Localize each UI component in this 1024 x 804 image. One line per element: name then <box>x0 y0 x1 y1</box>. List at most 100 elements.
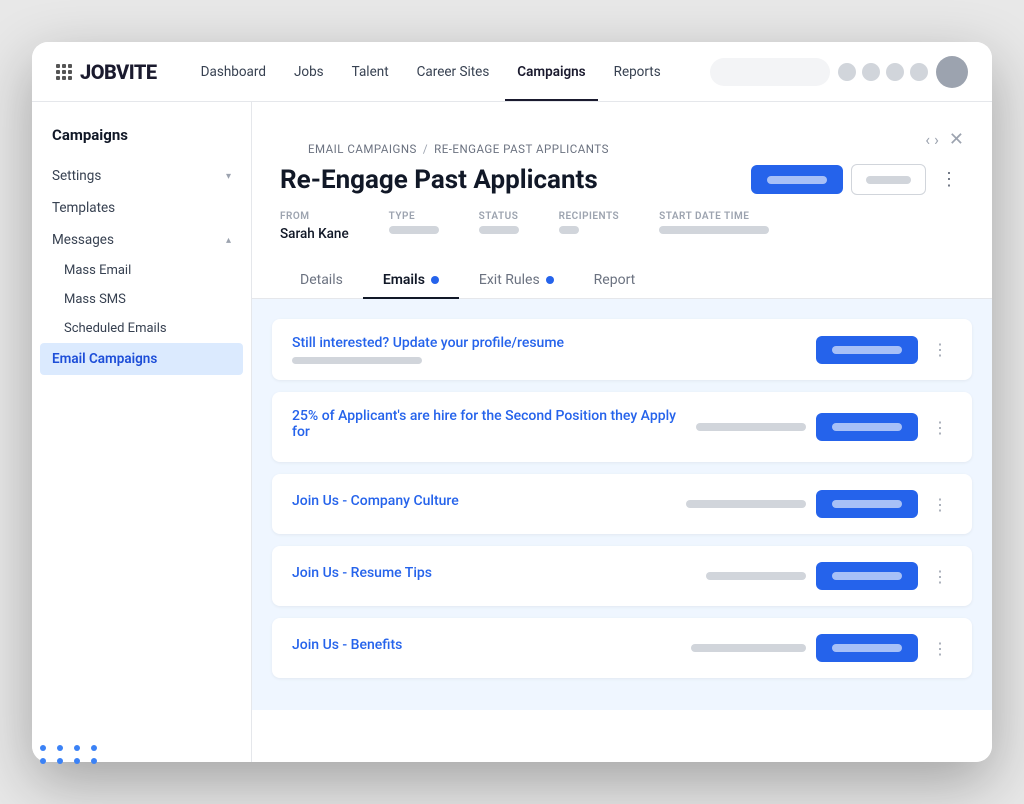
tab-details[interactable]: Details <box>280 262 363 298</box>
email-card-3-left: Join Us - Company Culture <box>292 493 686 515</box>
logo-text: JOBVITE <box>80 60 157 84</box>
preview-button[interactable] <box>851 164 926 195</box>
avatar[interactable] <box>936 56 968 88</box>
sidebar: Campaigns Settings ▾ Templates Messages … <box>32 102 252 762</box>
email-title-2[interactable]: 25% of Applicant's are hire for the Seco… <box>292 408 696 440</box>
email-title-3[interactable]: Join Us - Company Culture <box>292 493 686 509</box>
nav-item-jobs[interactable]: Jobs <box>282 56 336 88</box>
meta-from-label: FROM <box>280 211 349 222</box>
blue-dot <box>57 758 63 764</box>
nav-item-career-sites[interactable]: Career Sites <box>405 56 502 88</box>
chevron-down-icon: ▾ <box>226 171 231 182</box>
chevron-up-icon: ▴ <box>226 235 231 246</box>
prev-arrow-icon[interactable]: ‹ <box>925 130 930 149</box>
email-action-btn-2[interactable] <box>816 413 918 441</box>
sidebar-group: Settings ▾ Templates Messages ▴ Mass Ema… <box>32 160 251 375</box>
email-card-2: 25% of Applicant's are hire for the Seco… <box>272 392 972 462</box>
email-card-1: Still interested? Update your profile/re… <box>272 319 972 380</box>
email-title-4[interactable]: Join Us - Resume Tips <box>292 565 706 581</box>
blue-dot <box>57 745 63 751</box>
meta-status: STATUS <box>479 211 519 242</box>
email-action-btn-3[interactable] <box>816 490 918 518</box>
email-card-2-right: ⋮ <box>696 413 952 441</box>
email-card-4-right: ⋮ <box>706 562 952 590</box>
email-card-3: Join Us - Company Culture ⋮ <box>272 474 972 534</box>
more-options-button[interactable]: ⋮ <box>934 165 964 194</box>
email-card-5: Join Us - Benefits ⋮ <box>272 618 972 678</box>
meta-type: TYPE <box>389 211 439 242</box>
nav-item-reports[interactable]: Reports <box>602 56 673 88</box>
sidebar-item-mass-email[interactable]: Mass Email <box>32 256 251 285</box>
main-content: Campaigns Settings ▾ Templates Messages … <box>32 102 992 762</box>
nav-circle-4[interactable] <box>910 63 928 81</box>
sidebar-title: Campaigns <box>32 126 251 160</box>
meta-start-date-value-bar <box>659 226 769 234</box>
email-more-btn-2[interactable]: ⋮ <box>928 414 952 441</box>
email-action-btn-4[interactable] <box>816 562 918 590</box>
sidebar-item-templates[interactable]: Templates <box>32 192 251 224</box>
breadcrumb-campaign-name: RE-ENGAGE PAST APPLICANTS <box>434 142 609 156</box>
blue-dot <box>91 745 97 751</box>
email-more-btn-1[interactable]: ⋮ <box>928 336 952 363</box>
blue-dot <box>74 745 80 751</box>
top-nav: JOBVITE Dashboard Jobs Talent Career Sit… <box>32 42 992 102</box>
sidebar-item-messages[interactable]: Messages ▴ <box>32 224 251 256</box>
email-card-1-right: ⋮ <box>816 336 952 364</box>
nav-circle-1[interactable] <box>838 63 856 81</box>
email-card-5-right: ⋮ <box>691 634 952 662</box>
email-meta-bar-2 <box>696 423 806 431</box>
email-more-btn-3[interactable]: ⋮ <box>928 491 952 518</box>
email-more-btn-5[interactable]: ⋮ <box>928 635 952 662</box>
email-card-4: Join Us - Resume Tips ⋮ <box>272 546 972 606</box>
meta-status-label: STATUS <box>479 211 519 222</box>
close-button[interactable]: ✕ <box>949 129 964 150</box>
nav-item-talent[interactable]: Talent <box>340 56 401 88</box>
breadcrumb-separator: / <box>423 142 428 156</box>
email-title-5[interactable]: Join Us - Benefits <box>292 637 691 653</box>
meta-recipients-value-bar <box>559 226 579 234</box>
sidebar-item-settings[interactable]: Settings ▾ <box>32 160 251 192</box>
page-content: EMAIL CAMPAIGNS / RE-ENGAGE PAST APPLICA… <box>252 102 992 762</box>
email-card-5-left: Join Us - Benefits <box>292 637 691 659</box>
nav-circle-3[interactable] <box>886 63 904 81</box>
blue-dot <box>74 758 80 764</box>
meta-recipients: RECIPIENTS <box>559 211 619 242</box>
tab-emails[interactable]: Emails <box>363 262 459 298</box>
blue-dot <box>91 758 97 764</box>
email-action-btn-5[interactable] <box>816 634 918 662</box>
nav-links: Dashboard Jobs Talent Career Sites Campa… <box>189 56 678 88</box>
meta-recipients-label: RECIPIENTS <box>559 211 619 222</box>
email-meta-bar-3 <box>686 500 806 508</box>
blue-dot <box>40 758 46 764</box>
sidebar-item-mass-sms[interactable]: Mass SMS <box>32 285 251 314</box>
email-list-area: Still interested? Update your profile/re… <box>252 299 992 710</box>
next-arrow-icon[interactable]: › <box>934 130 939 149</box>
nav-circle-2[interactable] <box>862 63 880 81</box>
nav-item-campaigns[interactable]: Campaigns <box>505 56 597 88</box>
edit-button[interactable] <box>751 165 843 194</box>
tab-exit-rules-dot <box>546 276 554 284</box>
email-card-4-left: Join Us - Resume Tips <box>292 565 706 587</box>
nav-item-dashboard[interactable]: Dashboard <box>189 56 278 88</box>
header-actions: ⋮ <box>751 164 964 195</box>
tab-exit-rules[interactable]: Exit Rules <box>459 262 574 298</box>
sidebar-item-email-campaigns[interactable]: Email Campaigns <box>40 343 243 375</box>
page-header: Re-Engage Past Applicants ⋮ <box>252 156 992 195</box>
meta-start-date-label: START DATE TIME <box>659 211 769 222</box>
meta-type-value-bar <box>389 226 439 234</box>
logo[interactable]: JOBVITE <box>56 60 157 84</box>
meta-type-label: TYPE <box>389 211 439 222</box>
meta-from-value: Sarah Kane <box>280 226 349 242</box>
sidebar-item-scheduled-emails[interactable]: Scheduled Emails <box>32 314 251 343</box>
email-more-btn-4[interactable]: ⋮ <box>928 563 952 590</box>
email-action-btn-1[interactable] <box>816 336 918 364</box>
logo-grid-icon <box>56 64 72 80</box>
email-meta-bar-5 <box>691 644 806 652</box>
email-title-1[interactable]: Still interested? Update your profile/re… <box>292 335 816 351</box>
email-card-1-left: Still interested? Update your profile/re… <box>292 335 816 364</box>
nav-arrows[interactable]: ‹ › <box>925 130 939 149</box>
meta-start-date: START DATE TIME <box>659 211 769 242</box>
blue-dots-decoration <box>40 745 101 764</box>
tab-report[interactable]: Report <box>574 262 656 298</box>
search-bar[interactable] <box>710 58 830 86</box>
